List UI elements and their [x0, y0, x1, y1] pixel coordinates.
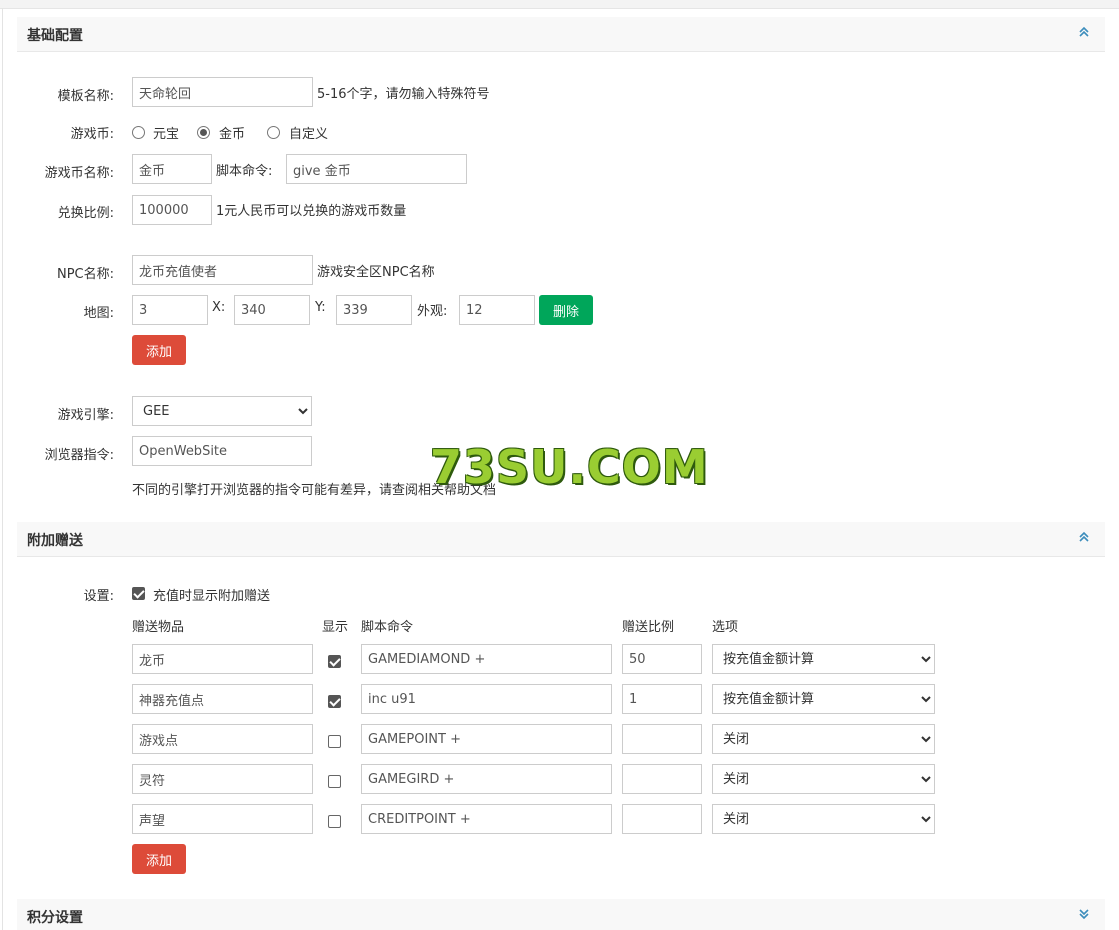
section-title-points: 积分设置 — [27, 910, 83, 926]
currency-option-custom: 自定义 — [289, 127, 329, 142]
header-show: 显示 — [322, 620, 349, 635]
currency-name-label: 游戏币名称: — [44, 166, 114, 181]
template-name-label: 模板名称: — [57, 89, 114, 104]
bonus-option-select[interactable]: 关闭 — [712, 804, 935, 834]
bonus-option-select[interactable]: 关闭 — [712, 764, 935, 794]
currency-radio-yuanbao[interactable] — [132, 126, 145, 139]
map-y-label: Y: — [315, 300, 326, 315]
watermark-logo: 73SU.COM — [430, 440, 709, 494]
npc-name-hint: 游戏安全区NPC名称 — [317, 265, 435, 280]
header-item: 赠送物品 — [132, 620, 185, 635]
bonus-show-checkbox[interactable] — [328, 735, 341, 748]
bonus-option-select[interactable]: 关闭 — [712, 724, 935, 754]
bonus-show-checkbox[interactable] — [328, 775, 341, 788]
script-command-input[interactable] — [286, 154, 467, 184]
header-script: 脚本命令 — [361, 620, 414, 635]
section-title-bonus: 附加赠送 — [27, 533, 83, 549]
browser-command-label: 浏览器指令: — [44, 448, 114, 463]
show-bonus-checkbox[interactable] — [132, 587, 145, 600]
map-id-input[interactable] — [132, 295, 208, 325]
bonus-script-input[interactable] — [361, 644, 612, 674]
map-look-label: 外观: — [417, 304, 448, 319]
exchange-ratio-label: 兑换比例: — [57, 206, 114, 221]
bonus-show-checkbox[interactable] — [328, 815, 341, 828]
bonus-option-select[interactable]: 按充值金额计算 — [712, 644, 935, 674]
currency-radio-gold[interactable] — [197, 126, 210, 139]
npc-name-label: NPC名称: — [56, 267, 114, 282]
bonus-ratio-input[interactable] — [622, 804, 702, 834]
map-look-input[interactable] — [459, 295, 535, 325]
bonus-script-input[interactable] — [361, 804, 612, 834]
bonus-script-input[interactable] — [361, 684, 612, 714]
bonus-setting-label: 设置: — [83, 589, 114, 604]
collapse-chevron-icon[interactable] — [1077, 530, 1091, 544]
collapse-chevron-icon[interactable] — [1077, 25, 1091, 39]
bonus-ratio-input[interactable] — [622, 724, 702, 754]
delete-npc-button[interactable]: 删除 — [539, 295, 593, 325]
section-header-basic: 基础配置 — [17, 17, 1105, 52]
header-option: 选项 — [712, 620, 739, 635]
bonus-item-input[interactable] — [132, 764, 313, 794]
bonus-show-checkbox[interactable] — [328, 695, 341, 708]
engine-label: 游戏引擎: — [57, 408, 114, 423]
add-bonus-button[interactable]: 添加 — [132, 844, 186, 874]
header-ratio: 赠送比例 — [622, 620, 675, 635]
expand-chevron-icon[interactable] — [1077, 907, 1091, 921]
map-x-input[interactable] — [234, 295, 310, 325]
currency-option-gold: 金币 — [219, 127, 246, 142]
browser-command-input[interactable] — [132, 436, 312, 466]
bonus-ratio-input[interactable] — [622, 684, 702, 714]
section-title-basic: 基础配置 — [27, 28, 83, 44]
bonus-item-input[interactable] — [132, 724, 313, 754]
exchange-ratio-hint: 1元人民币可以兑换的游戏币数量 — [216, 204, 407, 219]
bonus-item-input[interactable] — [132, 804, 313, 834]
bonus-option-select[interactable]: 按充值金额计算 — [712, 684, 935, 714]
currency-radio-custom[interactable] — [267, 126, 280, 139]
currency-option-yuanbao: 元宝 — [153, 127, 180, 142]
left-border — [2, 8, 3, 930]
engine-select[interactable]: GEE — [132, 396, 312, 426]
bonus-item-input[interactable] — [132, 644, 313, 674]
section-header-points: 积分设置 — [17, 899, 1105, 930]
exchange-ratio-input[interactable] — [132, 195, 212, 225]
npc-name-input[interactable] — [132, 255, 313, 285]
bonus-script-input[interactable] — [361, 724, 612, 754]
bonus-ratio-input[interactable] — [622, 644, 702, 674]
currency-name-input[interactable] — [132, 154, 212, 184]
bonus-script-input[interactable] — [361, 764, 612, 794]
show-bonus-label: 充值时显示附加赠送 — [153, 589, 271, 604]
template-name-input[interactable] — [132, 77, 313, 107]
template-name-hint: 5-16个字，请勿输入特殊符号 — [317, 87, 490, 102]
script-command-label: 脚本命令: — [216, 164, 273, 179]
section-header-bonus: 附加赠送 — [17, 522, 1105, 557]
map-x-label: X: — [212, 300, 226, 315]
bonus-show-checkbox[interactable] — [328, 655, 341, 668]
bonus-item-input[interactable] — [132, 684, 313, 714]
currency-label: 游戏币: — [70, 127, 114, 142]
map-label: 地图: — [83, 306, 114, 321]
add-npc-button[interactable]: 添加 — [132, 335, 186, 365]
map-y-input[interactable] — [336, 295, 412, 325]
bonus-ratio-input[interactable] — [622, 764, 702, 794]
top-bar — [0, 0, 1119, 9]
